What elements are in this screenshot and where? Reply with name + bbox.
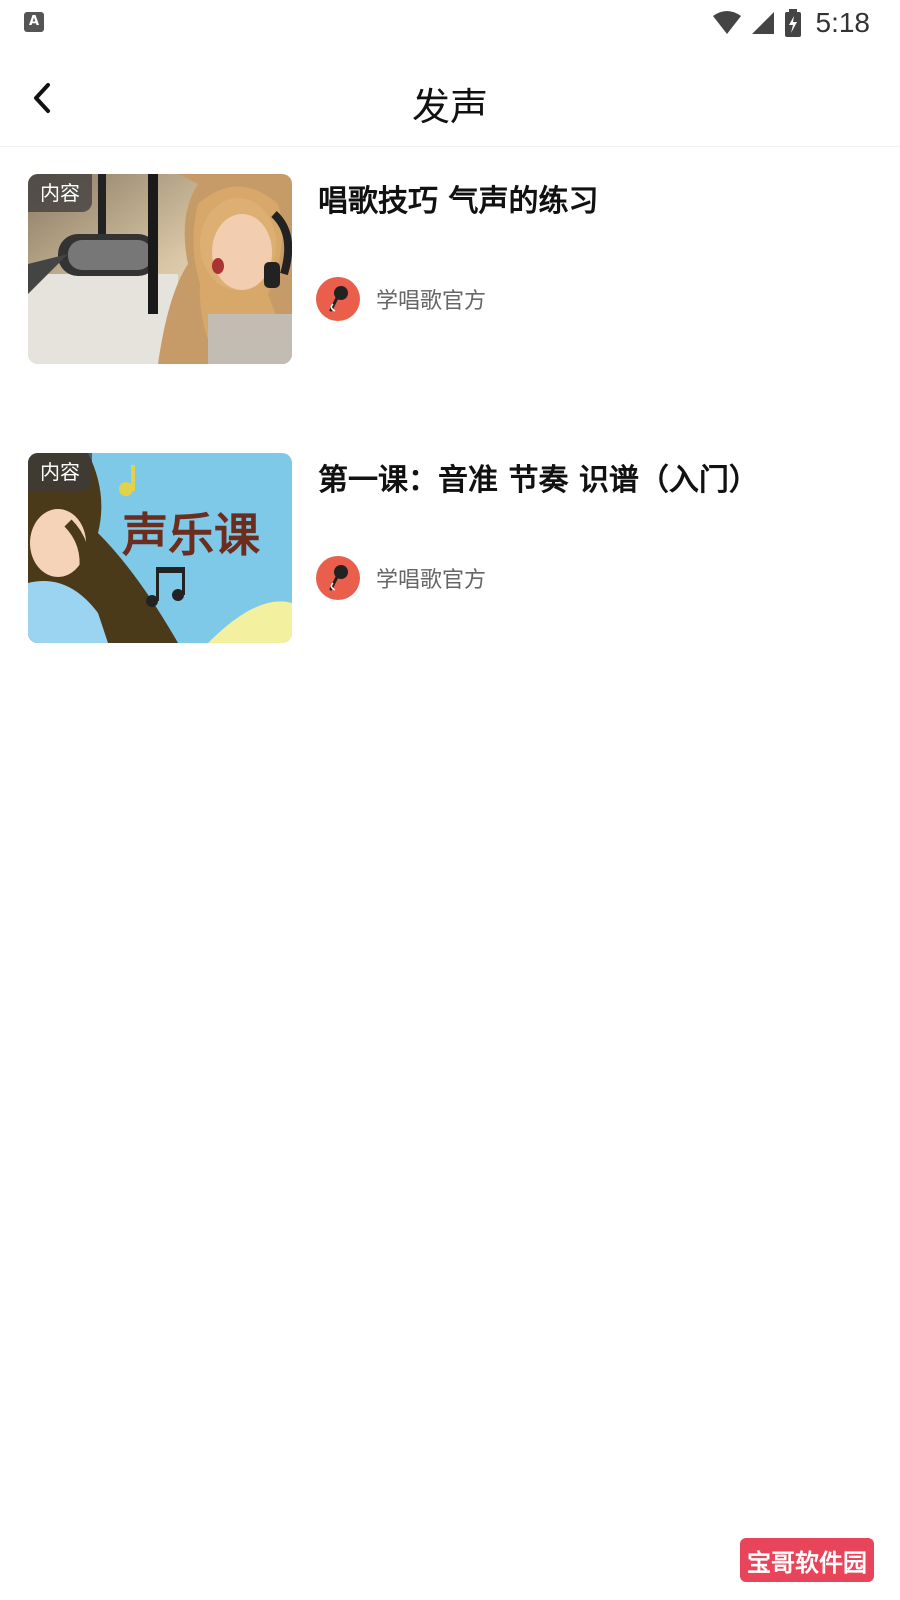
author-name: 学唱歌官方 (376, 568, 487, 593)
author-avatar (316, 277, 360, 321)
content-thumbnail: 内容 (28, 174, 292, 364)
author-row[interactable]: 学唱歌官方 (316, 276, 486, 322)
wifi-icon (712, 11, 741, 34)
status-bar: A 5:18 (0, 0, 900, 46)
content-title: 第一课：音准 节奏 识谱（入门） (318, 463, 759, 498)
content-card[interactable]: 内容 唱歌技巧 气声的练习 学唱歌官方 (28, 174, 888, 364)
battery-charging-icon (784, 9, 801, 37)
author-row[interactable]: 学唱歌官方 (316, 555, 486, 601)
microphone-icon (329, 286, 348, 312)
content-badge: 内容 (28, 453, 92, 491)
cellular-signal-icon (751, 12, 774, 34)
thumb-course-text: 声乐课 (122, 508, 261, 562)
app-header: 发声 (0, 46, 900, 147)
app-notification-icon: A (24, 12, 44, 32)
page-title: 发声 (411, 85, 488, 129)
status-indicators: 5:18 (712, 6, 871, 40)
content-badge: 内容 (28, 174, 92, 212)
content-thumbnail: 声乐课 内容 (28, 453, 292, 643)
clock: 5:18 (815, 7, 871, 38)
author-avatar (316, 556, 360, 600)
microphone-icon (329, 565, 348, 591)
author-name: 学唱歌官方 (376, 289, 487, 314)
content-card[interactable]: 声乐课 内容 第一课：音准 节奏 识谱（入门） 学唱歌官方 (28, 453, 888, 643)
content-title: 唱歌技巧 气声的练习 (318, 184, 599, 219)
watermark-logo: 宝哥软件园 (740, 1538, 874, 1582)
